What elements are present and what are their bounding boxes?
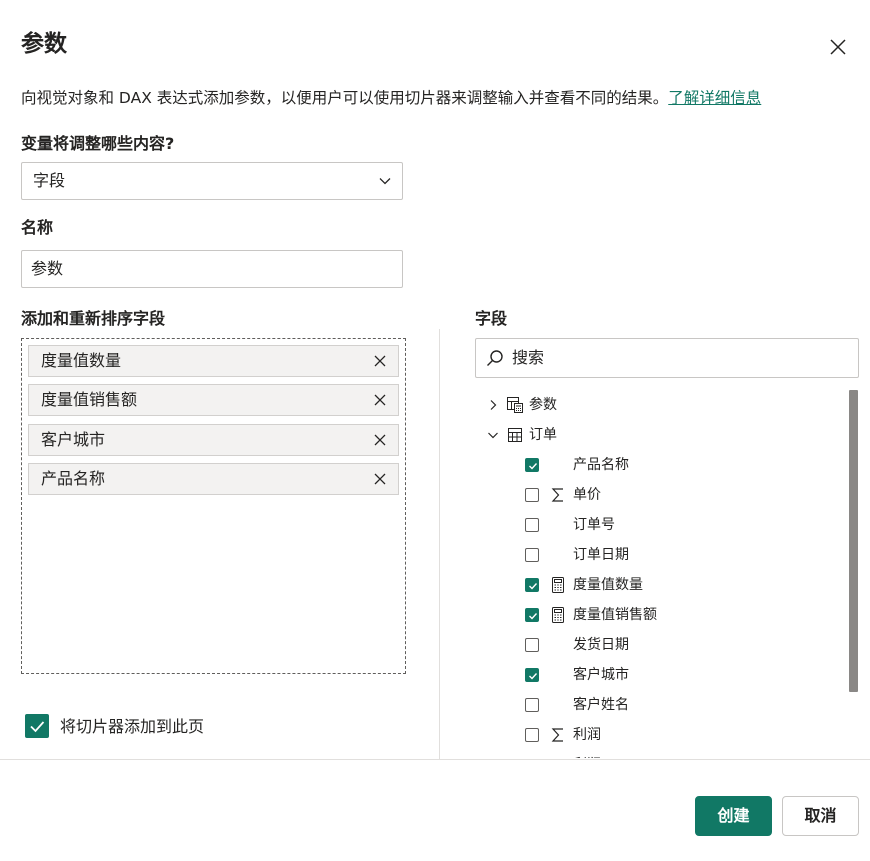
tree-field-row[interactable]: 度量值数量 xyxy=(475,570,845,600)
sigma-icon xyxy=(550,757,566,758)
chevron-down-icon xyxy=(379,178,391,185)
name-label: 名称 xyxy=(21,218,54,237)
calc-table-icon xyxy=(507,397,523,413)
dialog-footer: 创建 取消 xyxy=(0,760,870,861)
table-icon xyxy=(508,428,522,442)
remove-icon[interactable] xyxy=(374,394,386,406)
tree-field-row[interactable]: 发货日期 xyxy=(475,630,845,660)
field-label: 订单号 xyxy=(573,517,615,533)
variable-select[interactable]: 字段 xyxy=(21,162,403,200)
learn-more-link[interactable]: 了解详细信息 xyxy=(668,89,761,107)
tree-field-row[interactable]: 单价 xyxy=(475,480,845,510)
name-input[interactable]: 参数 xyxy=(21,250,403,288)
field-checkbox[interactable] xyxy=(525,728,539,742)
variable-label: 变量将调整哪些内容? xyxy=(21,134,175,153)
dialog-description: 向视觉对象和 DAX 表达式添加参数，以便用户可以使用切片器来调整输入并查看不同… xyxy=(21,86,761,110)
field-chip[interactable]: 客户城市 xyxy=(28,424,399,456)
chevron-right-icon[interactable] xyxy=(487,399,499,411)
field-label: 单价 xyxy=(573,487,601,503)
add-slicer-checkbox[interactable] xyxy=(25,714,49,738)
field-chip[interactable]: 度量值销售额 xyxy=(28,384,399,416)
tree-field-row[interactable]: 客户姓名 xyxy=(475,690,845,720)
field-label: 产品名称 xyxy=(573,457,629,473)
checkmark-icon xyxy=(529,673,538,680)
dialog-title: 参数 xyxy=(21,31,67,57)
field-checkbox[interactable] xyxy=(525,668,539,682)
tree-table-label: 参数 xyxy=(529,397,557,413)
field-checkbox[interactable] xyxy=(525,548,539,562)
search-placeholder: 搜索 xyxy=(512,348,545,367)
sigma-icon xyxy=(551,488,563,502)
create-button[interactable]: 创建 xyxy=(695,796,772,836)
chevron-down-icon[interactable] xyxy=(487,429,499,441)
calculator-icon xyxy=(552,577,564,593)
field-checkbox[interactable] xyxy=(525,638,539,652)
sigma-icon xyxy=(551,728,563,742)
cancel-button[interactable]: 取消 xyxy=(782,796,859,836)
close-button[interactable] xyxy=(826,35,850,59)
field-chip[interactable]: 度量值数量 xyxy=(28,345,399,377)
field-checkbox[interactable] xyxy=(525,608,539,622)
remove-icon[interactable] xyxy=(374,434,386,446)
field-chip-label: 度量值销售额 xyxy=(41,390,138,409)
field-checkbox[interactable] xyxy=(525,578,539,592)
checkmark-icon xyxy=(529,463,538,470)
field-label: 客户城市 xyxy=(573,667,629,683)
checkmark-icon xyxy=(529,613,538,620)
field-chip-label: 度量值数量 xyxy=(41,351,122,370)
tree-field-row[interactable]: 订单号 xyxy=(475,510,845,540)
description-text: 向视觉对象和 DAX 表达式添加参数，以便用户可以使用切片器来调整输入并查看不同… xyxy=(21,89,669,107)
fields-scrollbar[interactable] xyxy=(849,390,858,692)
field-chip-label: 客户城市 xyxy=(41,430,106,449)
field-checkbox[interactable] xyxy=(525,698,539,712)
field-label: 发货日期 xyxy=(573,637,629,653)
field-label: 度量值数量 xyxy=(573,577,643,593)
field-chip-label: 产品名称 xyxy=(41,469,106,488)
tree-table-row[interactable]: 参数 xyxy=(475,390,845,420)
field-checkbox[interactable] xyxy=(525,458,539,472)
remove-icon[interactable] xyxy=(374,473,386,485)
tree-field-row[interactable]: 度量值销售额 xyxy=(475,600,845,630)
field-chip[interactable]: 产品名称 xyxy=(28,463,399,495)
calculator-icon xyxy=(552,607,564,623)
field-checkbox[interactable] xyxy=(525,488,539,502)
tree-field-row[interactable]: 产品名称 xyxy=(475,450,845,480)
field-checkbox[interactable] xyxy=(525,518,539,532)
field-label: 客户姓名 xyxy=(573,697,629,713)
column-divider xyxy=(439,329,440,759)
checkmark-icon xyxy=(529,583,538,590)
tree-table-label: 订单 xyxy=(529,427,557,443)
tree-table-row[interactable]: 订单 xyxy=(475,420,845,450)
tree-field-row[interactable]: 客户城市 xyxy=(475,660,845,690)
reorder-label: 添加和重新排序字段 xyxy=(21,309,166,328)
remove-icon[interactable] xyxy=(374,355,386,367)
tree-field-row[interactable]: 利润 xyxy=(475,750,845,758)
variable-select-value: 字段 xyxy=(33,171,66,190)
search-icon xyxy=(487,350,503,366)
tree-field-row[interactable]: 订单日期 xyxy=(475,540,845,570)
field-label: 利润 xyxy=(573,727,601,743)
checkmark-icon xyxy=(30,721,45,733)
field-label: 度量值销售额 xyxy=(573,607,657,623)
fields-tree: 参数 订单 产品名称 单价 订单号 订单日期 度量值数量 度量值销售额 发货日期… xyxy=(475,390,859,758)
field-label: 订单日期 xyxy=(573,547,629,563)
fields-label: 字段 xyxy=(475,309,508,328)
tree-field-row[interactable]: 利润 xyxy=(475,720,845,750)
reorder-dropzone[interactable]: 度量值数量 度量值销售额 客户城市 产品名称 xyxy=(21,338,406,674)
close-icon xyxy=(830,39,846,55)
field-label: 利润 xyxy=(573,750,601,758)
fields-search-input[interactable]: 搜索 xyxy=(475,338,859,378)
add-slicer-label: 将切片器添加到此页 xyxy=(60,717,205,736)
